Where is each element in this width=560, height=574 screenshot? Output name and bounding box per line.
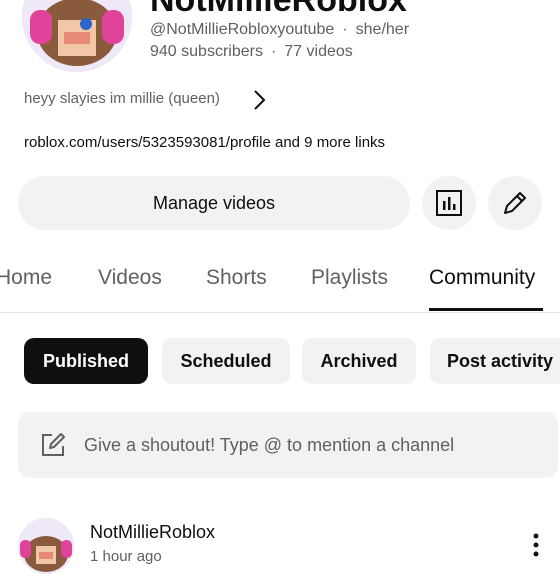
chip-archived[interactable]: Archived — [302, 338, 416, 384]
post-author-avatar[interactable] — [18, 518, 74, 574]
analytics-button[interactable] — [422, 176, 476, 230]
post-author-name[interactable]: NotMillieRoblox — [90, 522, 215, 543]
tab-shorts[interactable]: Shorts — [206, 266, 267, 290]
tab-videos[interactable]: Videos — [98, 266, 162, 290]
channel-avatar[interactable] — [22, 0, 132, 72]
separator-dot: · — [270, 43, 277, 60]
channel-title: NotMillieRoblox — [150, 0, 407, 19]
compose-icon — [38, 430, 68, 460]
tab-community[interactable]: Community — [429, 266, 535, 290]
subscriber-count: 940 subscribers — [150, 43, 263, 60]
avatar-image — [22, 0, 132, 72]
separator-dot: · — [342, 21, 348, 38]
active-tab-indicator — [429, 308, 543, 311]
channel-links[interactable]: roblox.com/users/5323593081/profile and … — [24, 134, 385, 151]
edit-channel-button[interactable] — [488, 176, 542, 230]
analytics-icon — [436, 190, 462, 216]
channel-stats: 940 subscribers · 77 videos — [150, 43, 353, 61]
post-timestamp: 1 hour ago — [90, 548, 162, 565]
video-count: 77 videos — [284, 43, 353, 60]
channel-pronouns: she/her — [355, 21, 410, 38]
more-options-icon[interactable] — [526, 528, 546, 564]
chip-post-activity[interactable]: Post activity — [430, 338, 560, 384]
pencil-icon — [504, 192, 526, 214]
manage-videos-button[interactable]: Manage videos — [18, 176, 410, 230]
channel-tabs: Home Videos Shorts Playlists Community — [0, 250, 560, 313]
channel-handle: @NotMillieRobloxyoutube — [150, 21, 335, 38]
tab-playlists[interactable]: Playlists — [311, 266, 388, 290]
avatar-image — [18, 518, 74, 574]
channel-bio[interactable]: heyy slayies im millie (queen) — [24, 90, 220, 107]
chip-published[interactable]: Published — [24, 338, 148, 384]
chip-scheduled[interactable]: Scheduled — [162, 338, 290, 384]
channel-handle-line: @NotMillieRobloxyoutube · she/her — [150, 21, 409, 39]
tab-home[interactable]: Home — [0, 266, 52, 290]
chevron-right-icon[interactable] — [248, 86, 272, 114]
shoutout-placeholder: Give a shoutout! Type @ to mention a cha… — [84, 435, 455, 455]
